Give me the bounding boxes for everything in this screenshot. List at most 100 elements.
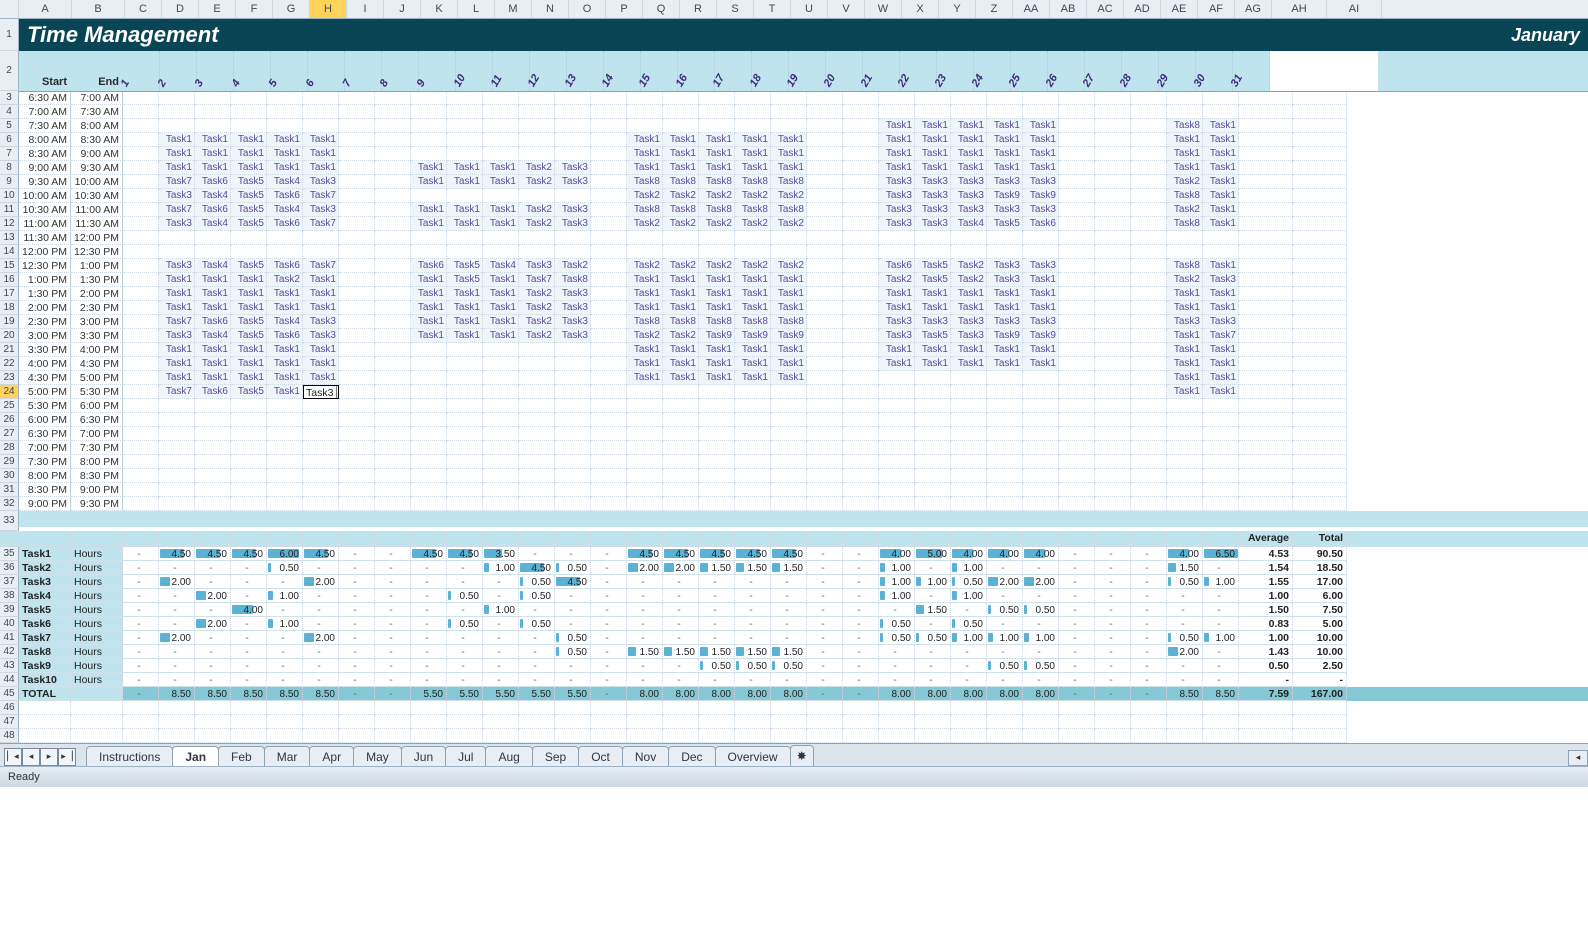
- time-cell[interactable]: [375, 483, 411, 497]
- time-cell[interactable]: [123, 343, 159, 357]
- time-cell[interactable]: [519, 385, 555, 399]
- time-cell[interactable]: Task1: [1023, 301, 1059, 315]
- summary-cell[interactable]: -: [303, 659, 339, 673]
- time-cell[interactable]: [807, 469, 843, 483]
- time-cell[interactable]: [591, 189, 627, 203]
- summary-cell[interactable]: 2.00: [627, 561, 663, 575]
- time-cell[interactable]: [123, 287, 159, 301]
- time-cell[interactable]: Task3: [951, 329, 987, 343]
- time-cell[interactable]: [807, 315, 843, 329]
- time-cell[interactable]: [915, 497, 951, 511]
- time-cell[interactable]: [159, 231, 195, 245]
- time-cell[interactable]: [339, 371, 375, 385]
- time-cell[interactable]: [555, 357, 591, 371]
- summary-cell[interactable]: -: [483, 645, 519, 659]
- summary-cell[interactable]: -: [627, 617, 663, 631]
- summary-cell[interactable]: -: [771, 617, 807, 631]
- time-cell[interactable]: [519, 441, 555, 455]
- time-cell[interactable]: [699, 441, 735, 455]
- time-cell[interactable]: [1023, 231, 1059, 245]
- time-cell[interactable]: Task1: [987, 357, 1023, 371]
- time-cell[interactable]: Task1: [915, 119, 951, 133]
- time-cell[interactable]: [375, 399, 411, 413]
- time-cell[interactable]: Task1: [1023, 161, 1059, 175]
- time-cell[interactable]: [1023, 371, 1059, 385]
- summary-cell[interactable]: 4.00: [879, 547, 915, 561]
- summary-cell[interactable]: -: [447, 673, 483, 687]
- time-cell[interactable]: Task3: [1167, 315, 1203, 329]
- col-header[interactable]: D: [162, 0, 199, 18]
- row-number[interactable]: 46: [0, 701, 19, 715]
- summary-cell[interactable]: -: [303, 617, 339, 631]
- time-cell[interactable]: Task1: [1203, 357, 1239, 371]
- time-cell[interactable]: [735, 455, 771, 469]
- time-cell[interactable]: [807, 455, 843, 469]
- time-cell[interactable]: [267, 119, 303, 133]
- time-cell[interactable]: Task1: [195, 147, 231, 161]
- time-cell[interactable]: Task1: [951, 161, 987, 175]
- time-cell[interactable]: [411, 343, 447, 357]
- summary-cell[interactable]: -: [375, 603, 411, 617]
- time-cell[interactable]: [303, 483, 339, 497]
- time-cell[interactable]: [339, 497, 375, 511]
- summary-cell[interactable]: -: [915, 673, 951, 687]
- summary-cell[interactable]: 4.50: [627, 547, 663, 561]
- time-cell[interactable]: [483, 483, 519, 497]
- summary-cell[interactable]: 0.50: [519, 575, 555, 589]
- row-number[interactable]: 6: [0, 133, 19, 147]
- time-cell[interactable]: [375, 441, 411, 455]
- time-cell[interactable]: Task1: [411, 273, 447, 287]
- time-cell[interactable]: [411, 231, 447, 245]
- summary-cell[interactable]: -: [555, 547, 591, 561]
- summary-cell[interactable]: 8.50: [231, 687, 267, 701]
- summary-cell[interactable]: -: [195, 673, 231, 687]
- row-number[interactable]: 45: [0, 687, 19, 701]
- time-cell[interactable]: [843, 91, 879, 105]
- time-cell[interactable]: Task1: [195, 287, 231, 301]
- col-header[interactable]: S: [717, 0, 754, 18]
- time-cell[interactable]: Task9: [987, 189, 1023, 203]
- col-header[interactable]: U: [791, 0, 828, 18]
- summary-cell[interactable]: 8.50: [267, 687, 303, 701]
- row-number[interactable]: 39: [0, 603, 19, 617]
- time-cell[interactable]: [1131, 203, 1167, 217]
- summary-cell[interactable]: 0.50: [951, 575, 987, 589]
- time-cell[interactable]: Task3: [951, 189, 987, 203]
- time-cell[interactable]: Task3: [879, 217, 915, 231]
- time-cell[interactable]: Task4: [195, 217, 231, 231]
- time-cell[interactable]: [159, 413, 195, 427]
- summary-cell[interactable]: -: [339, 673, 375, 687]
- time-cell[interactable]: [1059, 203, 1095, 217]
- time-cell[interactable]: Task1: [483, 301, 519, 315]
- time-cell[interactable]: [1059, 497, 1095, 511]
- time-cell[interactable]: [339, 483, 375, 497]
- summary-cell[interactable]: 4.00: [231, 603, 267, 617]
- time-cell[interactable]: [519, 399, 555, 413]
- time-cell[interactable]: [807, 287, 843, 301]
- time-cell[interactable]: [1023, 91, 1059, 105]
- time-cell[interactable]: Task1: [447, 329, 483, 343]
- time-cell[interactable]: [879, 469, 915, 483]
- time-cell[interactable]: Task2: [267, 273, 303, 287]
- time-cell[interactable]: [771, 105, 807, 119]
- time-cell[interactable]: [663, 441, 699, 455]
- time-cell[interactable]: [1095, 427, 1131, 441]
- summary-cell[interactable]: -: [735, 617, 771, 631]
- time-cell[interactable]: [375, 245, 411, 259]
- summary-cell[interactable]: -: [375, 589, 411, 603]
- time-cell[interactable]: Task1: [1167, 161, 1203, 175]
- summary-cell[interactable]: -: [879, 645, 915, 659]
- summary-cell[interactable]: -: [627, 589, 663, 603]
- time-cell[interactable]: [591, 231, 627, 245]
- time-cell[interactable]: Task7: [159, 315, 195, 329]
- summary-cell[interactable]: 4.50: [159, 547, 195, 561]
- time-cell[interactable]: [627, 455, 663, 469]
- time-cell[interactable]: Task6: [1023, 217, 1059, 231]
- time-cell[interactable]: Task2: [519, 287, 555, 301]
- time-cell[interactable]: [663, 105, 699, 119]
- summary-cell[interactable]: -: [663, 673, 699, 687]
- time-cell[interactable]: Task1: [663, 287, 699, 301]
- time-cell[interactable]: [1131, 287, 1167, 301]
- row-number[interactable]: 3: [0, 91, 19, 105]
- summary-cell[interactable]: 8.00: [987, 687, 1023, 701]
